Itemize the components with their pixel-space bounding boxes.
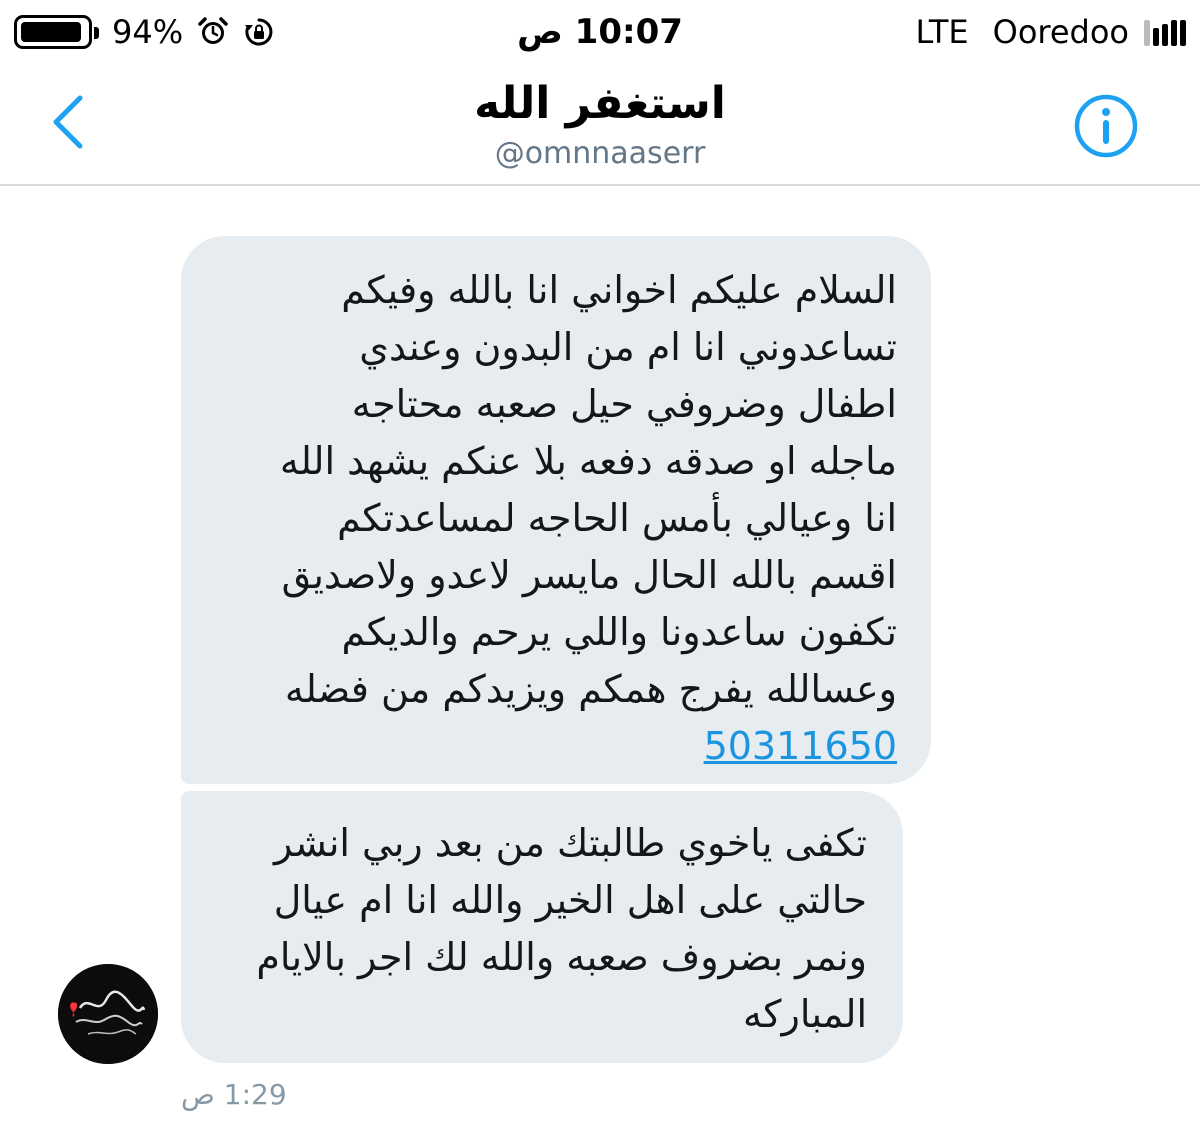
message-bubble: تكفى ياخوي طالبتك من بعد ربي انشر حالتي …: [181, 791, 903, 1063]
message-line: المباركه: [743, 992, 867, 1036]
message-line: تكفون ساعدونا واللي يرحم والديكم: [341, 610, 897, 654]
carrier-name: Ooredoo: [992, 13, 1129, 51]
status-clock: 10:07 ص: [517, 12, 683, 52]
chat-title: استغفر الله: [474, 78, 726, 129]
network-type: LTE: [915, 13, 969, 51]
status-right: LTE Ooredoo: [915, 8, 1186, 56]
message-line: تكفى ياخوي طالبتك من بعد ربي انشر: [273, 821, 867, 865]
signal-icon: [1141, 18, 1186, 46]
message-line: وعسالله يفرج همكم ويزيدكم من فضله: [284, 667, 897, 711]
status-bar: 94% 10:07 ص LTE Ooredoo: [0, 0, 1200, 64]
avatar-calligraphy-image: [58, 964, 158, 1064]
chat-handle: @omnnaaserr: [494, 136, 706, 171]
chat-header: استغفر الله @omnnaaserr: [0, 64, 1200, 186]
message-line: ونمر بضروف صعبه والله لك اجر بالايام: [256, 935, 867, 979]
message-line: اقسم بالله الحال مايسر لاعدو ولاصديق: [281, 553, 897, 597]
message-line: حالتي على اهل الخير والله انا ام عيال: [273, 878, 867, 922]
info-icon[interactable]: [1072, 92, 1140, 160]
message-timestamp: 1:29 ص: [181, 1078, 287, 1111]
avatar[interactable]: [58, 964, 158, 1064]
message-line: تساعدوني انا ام من البدون وعندي: [359, 325, 897, 369]
message-line: السلام عليكم اخواني انا بالله وفيكم: [341, 268, 897, 312]
chat-title-block[interactable]: استغفر الله @omnnaaserr: [0, 78, 1200, 174]
message-line: انا وعيالي بأمس الحاجه لمساعدتكم: [337, 496, 897, 540]
message-line: اطفال وضروفي حيل صعبه محتاجه: [351, 382, 897, 426]
phone-number-link[interactable]: 50311650: [215, 718, 897, 774]
message-bubble: السلام عليكم اخواني انا بالله وفيكم تساع…: [181, 236, 931, 784]
message-line: ماجله او صدقه دفعه بلا عنكم يشهد الله: [279, 439, 897, 483]
